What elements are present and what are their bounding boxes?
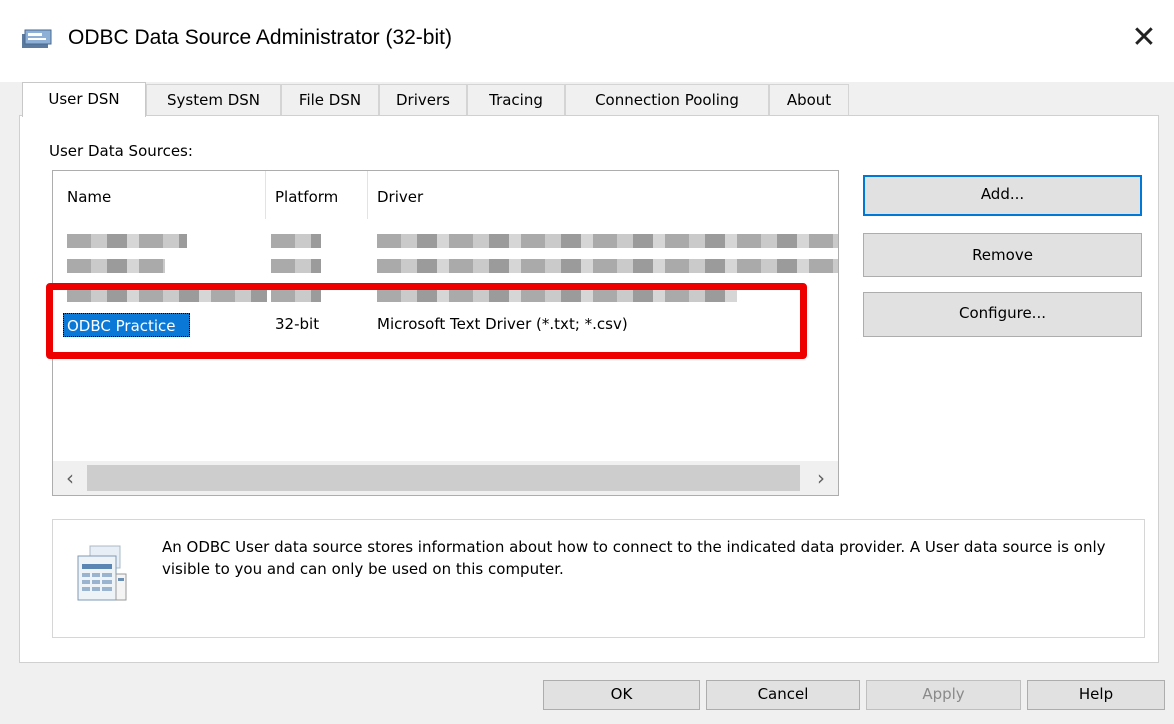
odbc-admin-icon xyxy=(22,29,52,48)
obscured-row[interactable] xyxy=(53,259,838,273)
close-icon[interactable]: ✕ xyxy=(1122,18,1166,58)
row-driver: Microsoft Text Driver (*.txt; *.csv) xyxy=(377,315,628,333)
configure-button[interactable]: Configure... xyxy=(863,292,1142,337)
tab-user-dsn[interactable]: User DSN xyxy=(22,82,146,117)
column-divider[interactable] xyxy=(265,171,266,219)
window-title: ODBC Data Source Administrator (32-bit) xyxy=(68,26,452,49)
column-header-name[interactable]: Name xyxy=(67,171,111,219)
data-source-list[interactable]: Name Platform Driver ODBC Practice 32-bi… xyxy=(52,170,839,496)
info-text: An ODBC User data source stores informat… xyxy=(162,538,1106,578)
tab-drivers[interactable]: Drivers xyxy=(379,84,467,115)
ok-button[interactable]: OK xyxy=(543,680,700,710)
column-header-platform[interactable]: Platform xyxy=(275,171,338,219)
obscured-row[interactable] xyxy=(53,234,838,248)
horizontal-scrollbar[interactable]: ‹ › xyxy=(53,461,838,495)
scroll-left-icon[interactable]: ‹ xyxy=(55,464,85,492)
add-button[interactable]: Add... xyxy=(863,175,1142,216)
tab-connection-pooling[interactable]: Connection Pooling xyxy=(565,84,769,115)
tab-about[interactable]: About xyxy=(769,84,849,115)
apply-button[interactable]: Apply xyxy=(866,680,1021,710)
row-name[interactable]: ODBC Practice xyxy=(63,313,190,337)
row-platform: 32-bit xyxy=(275,315,320,333)
remove-button[interactable]: Remove xyxy=(863,233,1142,277)
scroll-right-icon[interactable]: › xyxy=(806,464,836,492)
column-divider[interactable] xyxy=(367,171,368,219)
tab-system-dsn[interactable]: System DSN xyxy=(146,84,281,115)
cancel-button[interactable]: Cancel xyxy=(706,680,860,710)
user-data-sources-label: User Data Sources: xyxy=(49,142,193,160)
help-button[interactable]: Help xyxy=(1027,680,1165,710)
data-source-info-icon xyxy=(77,545,127,601)
title-bar: ODBC Data Source Administrator (32-bit) … xyxy=(0,0,1174,82)
tab-tracing[interactable]: Tracing xyxy=(467,84,565,115)
obscured-row[interactable] xyxy=(53,288,838,302)
tab-file-dsn[interactable]: File DSN xyxy=(281,84,379,115)
column-header-driver[interactable]: Driver xyxy=(377,171,423,219)
scrollbar-thumb[interactable] xyxy=(87,465,800,491)
